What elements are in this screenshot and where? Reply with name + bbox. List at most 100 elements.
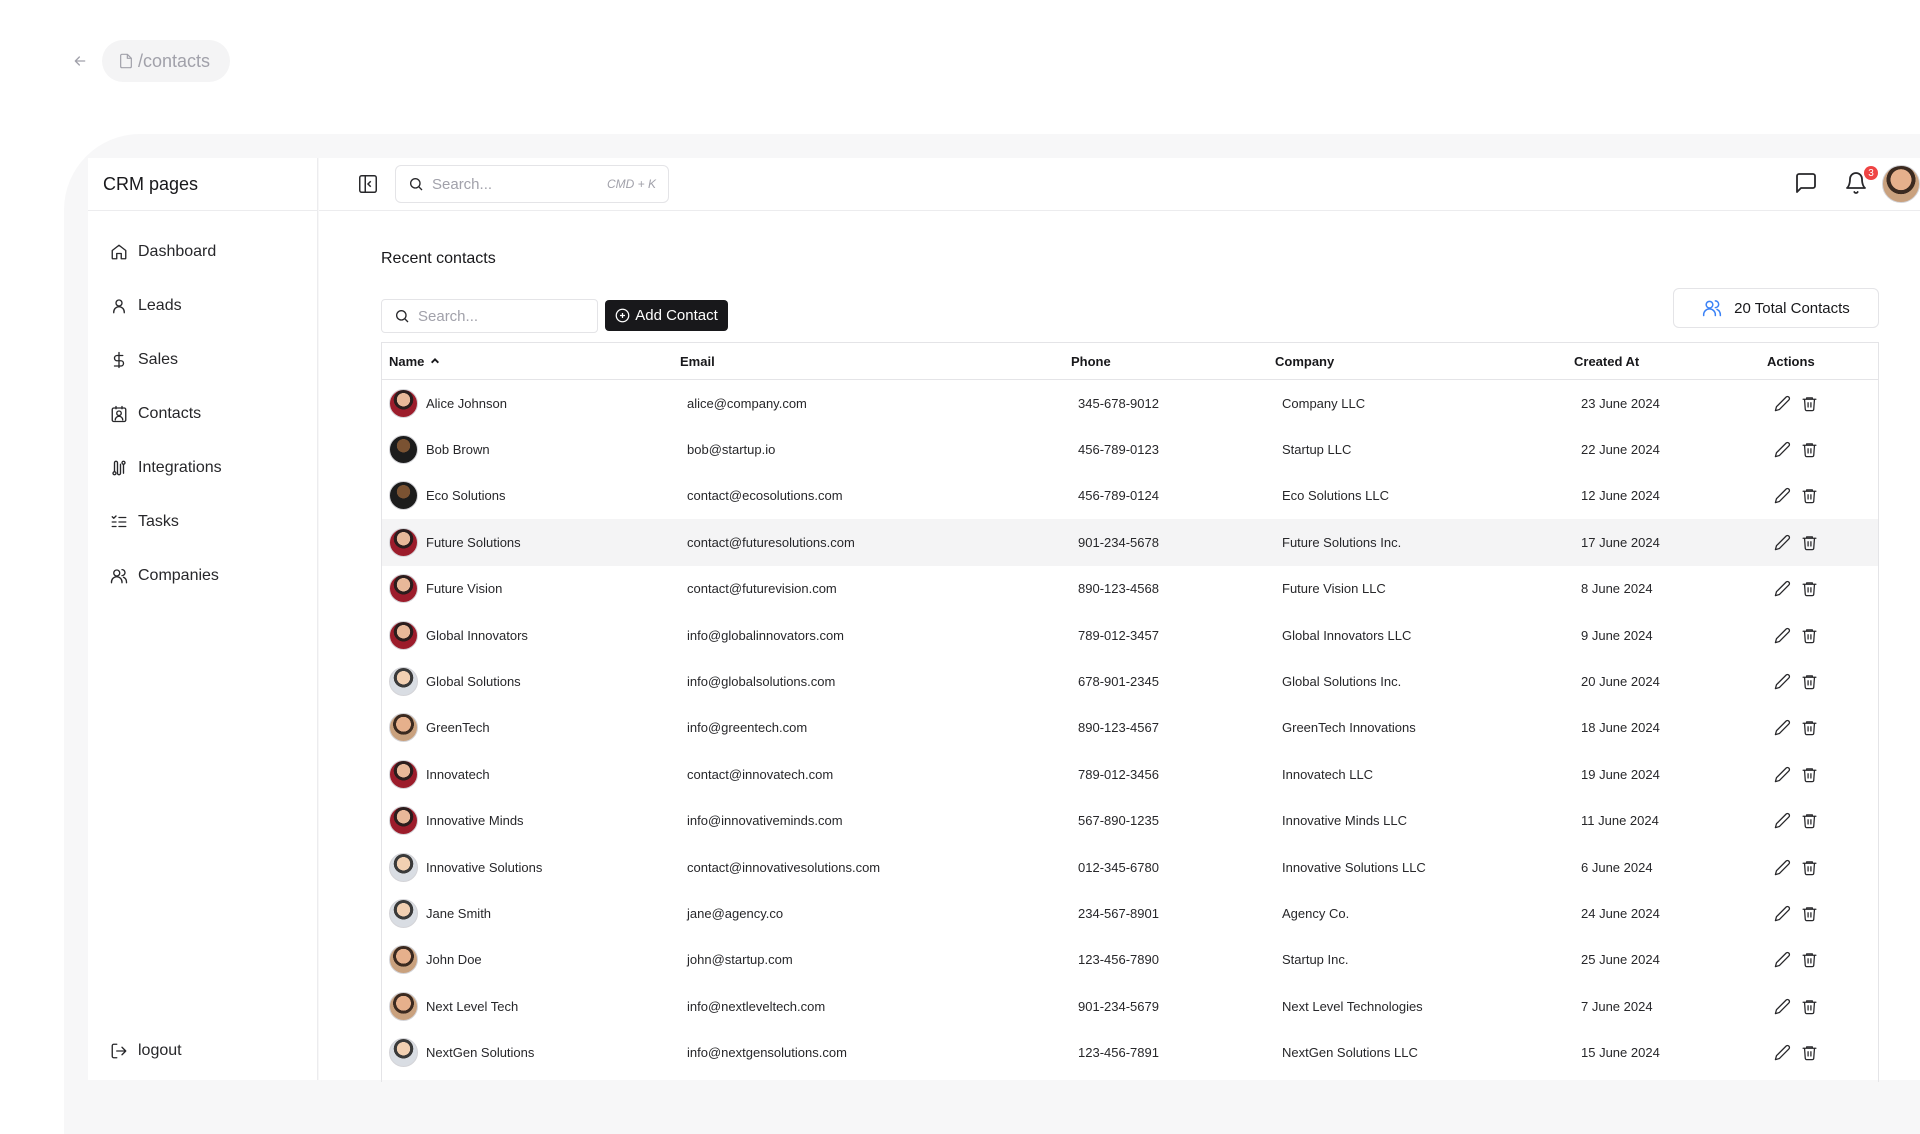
pencil-icon[interactable] xyxy=(1774,487,1791,504)
trash-icon[interactable] xyxy=(1801,998,1818,1015)
email-cell: jane@agency.co xyxy=(687,905,784,921)
pencil-icon[interactable] xyxy=(1774,905,1791,922)
table-row[interactable]: Innovative Minds info@innovativeminds.co… xyxy=(382,798,1878,844)
total-contacts-label: 20 Total Contacts xyxy=(1734,299,1850,317)
created-cell: 8 June 2024 xyxy=(1581,581,1653,597)
pencil-icon[interactable] xyxy=(1774,395,1791,412)
messages-button[interactable] xyxy=(1794,171,1820,197)
trash-icon[interactable] xyxy=(1801,441,1818,458)
pencil-icon[interactable] xyxy=(1774,580,1791,597)
back-arrow-icon[interactable] xyxy=(68,49,92,73)
sidebar: CRM pages Dashboard Leads Sales Contacts… xyxy=(88,158,318,1080)
contact-name: Innovative Minds xyxy=(426,813,524,829)
contact-avatar xyxy=(389,991,418,1021)
table-row[interactable]: John Doe john@startup.com 123-456-7890 S… xyxy=(382,937,1878,983)
add-contact-button[interactable]: Add Contact xyxy=(605,300,728,331)
column-header-company[interactable]: Company xyxy=(1275,354,1334,369)
trash-icon[interactable] xyxy=(1801,1044,1818,1061)
table-row[interactable]: Global Solutions info@globalsolutions.co… xyxy=(382,658,1878,704)
phone-cell: 234-567-8901 xyxy=(1078,905,1159,921)
sidebar-item-leads[interactable]: Leads xyxy=(88,279,317,333)
name-cell: Global Innovators xyxy=(389,612,528,658)
pencil-icon[interactable] xyxy=(1774,766,1791,783)
table-row[interactable]: Future Vision contact@futurevision.com 8… xyxy=(382,566,1878,612)
logout-button[interactable]: logout xyxy=(110,1042,182,1060)
trash-icon[interactable] xyxy=(1801,951,1818,968)
trash-icon[interactable] xyxy=(1801,812,1818,829)
email-cell: contact@ecosolutions.com xyxy=(687,488,843,504)
actions-cell xyxy=(1774,519,1818,565)
column-header-created[interactable]: Created At xyxy=(1574,354,1639,369)
table-row[interactable]: NextGen Solutions info@nextgensolutions.… xyxy=(382,1029,1878,1075)
table-row[interactable]: Next Level Tech info@nextleveltech.com 9… xyxy=(382,983,1878,1029)
created-cell: 9 June 2024 xyxy=(1581,627,1653,643)
table-row[interactable]: Jane Smith jane@agency.co 234-567-8901 A… xyxy=(382,890,1878,936)
sidebar-item-companies[interactable]: Companies xyxy=(88,549,317,603)
table-body: Alice Johnson alice@company.com 345-678-… xyxy=(382,380,1878,1076)
column-label: Company xyxy=(1275,353,1335,369)
sidebar-item-integrations[interactable]: Integrations xyxy=(88,441,317,495)
pencil-icon[interactable] xyxy=(1774,627,1791,644)
table-row[interactable]: Innovatech contact@innovatech.com 789-01… xyxy=(382,751,1878,797)
sidebar-toggle-button[interactable] xyxy=(357,173,381,197)
column-header-name[interactable]: Name xyxy=(389,354,440,369)
pencil-icon[interactable] xyxy=(1774,534,1791,551)
trash-icon[interactable] xyxy=(1801,580,1818,597)
pencil-icon[interactable] xyxy=(1774,673,1791,690)
trash-icon[interactable] xyxy=(1801,395,1818,412)
column-header-phone[interactable]: Phone xyxy=(1071,354,1111,369)
email-cell: contact@innovativesolutions.com xyxy=(687,859,881,875)
pencil-icon[interactable] xyxy=(1774,441,1791,458)
column-header-email[interactable]: Email xyxy=(680,354,715,369)
trash-icon[interactable] xyxy=(1801,627,1818,644)
contact-avatar xyxy=(389,852,418,882)
dollar-icon xyxy=(113,351,125,369)
table-row[interactable]: Future Solutions contact@futuresolutions… xyxy=(382,519,1878,566)
table-row[interactable]: Alice Johnson alice@company.com 345-678-… xyxy=(382,380,1878,426)
name-cell: Future Vision xyxy=(389,566,502,612)
trash-icon[interactable] xyxy=(1801,766,1818,783)
notification-badge: 3 xyxy=(1864,166,1878,180)
logout-label: logout xyxy=(138,1042,182,1059)
sidebar-item-sales[interactable]: Sales xyxy=(88,333,317,387)
contacts-search-input[interactable]: Search... xyxy=(381,299,598,333)
trash-icon[interactable] xyxy=(1801,905,1818,922)
sidebar-item-dashboard[interactable]: Dashboard xyxy=(88,225,317,279)
notifications-button[interactable]: 3 xyxy=(1844,166,1878,197)
trash-icon[interactable] xyxy=(1801,719,1818,736)
table-row[interactable]: GreenTech info@greentech.com 890-123-456… xyxy=(382,705,1878,751)
path-text: /contacts xyxy=(138,50,211,71)
sidebar-item-tasks[interactable]: Tasks xyxy=(88,495,317,549)
table-row[interactable]: Global Innovators info@globalinnovators.… xyxy=(382,612,1878,658)
pencil-icon[interactable] xyxy=(1774,859,1791,876)
pencil-icon[interactable] xyxy=(1774,998,1791,1015)
sidebar-item-label: Tasks xyxy=(138,513,179,530)
total-contacts-badge: 20 Total Contacts xyxy=(1673,288,1879,328)
user-avatar[interactable] xyxy=(1882,165,1920,203)
company-cell: Startup LLC xyxy=(1282,442,1352,458)
sidebar-nav: Dashboard Leads Sales Contacts Integrati… xyxy=(88,211,317,603)
table-row[interactable]: Eco Solutions contact@ecosolutions.com 4… xyxy=(382,473,1878,519)
contact-name: Global Innovators xyxy=(426,627,528,643)
global-search-input[interactable]: Search... CMD + K xyxy=(395,165,669,203)
column-label: Phone xyxy=(1071,353,1111,369)
sidebar-item-contacts[interactable]: Contacts xyxy=(88,387,317,441)
contact-name: Future Vision xyxy=(426,581,503,597)
table-row[interactable]: Innovative Solutions contact@innovatives… xyxy=(382,844,1878,890)
phone-cell: 901-234-5678 xyxy=(1078,534,1159,550)
company-cell: Eco Solutions LLC xyxy=(1282,488,1389,504)
trash-icon[interactable] xyxy=(1801,859,1818,876)
trash-icon[interactable] xyxy=(1801,487,1818,504)
pencil-icon[interactable] xyxy=(1774,1044,1791,1061)
path-pill[interactable]: /contacts xyxy=(102,40,231,82)
company-cell: Global Solutions Inc. xyxy=(1282,674,1402,690)
phone-cell: 678-901-2345 xyxy=(1078,674,1159,690)
search-placeholder: Search... xyxy=(418,307,479,325)
pencil-icon[interactable] xyxy=(1774,951,1791,968)
trash-icon[interactable] xyxy=(1801,673,1818,690)
pencil-icon[interactable] xyxy=(1774,812,1791,829)
table-row[interactable]: Bob Brown bob@startup.io 456-789-0123 St… xyxy=(382,426,1878,472)
trash-icon[interactable] xyxy=(1801,534,1818,551)
actions-cell xyxy=(1774,426,1818,472)
pencil-icon[interactable] xyxy=(1774,719,1791,736)
